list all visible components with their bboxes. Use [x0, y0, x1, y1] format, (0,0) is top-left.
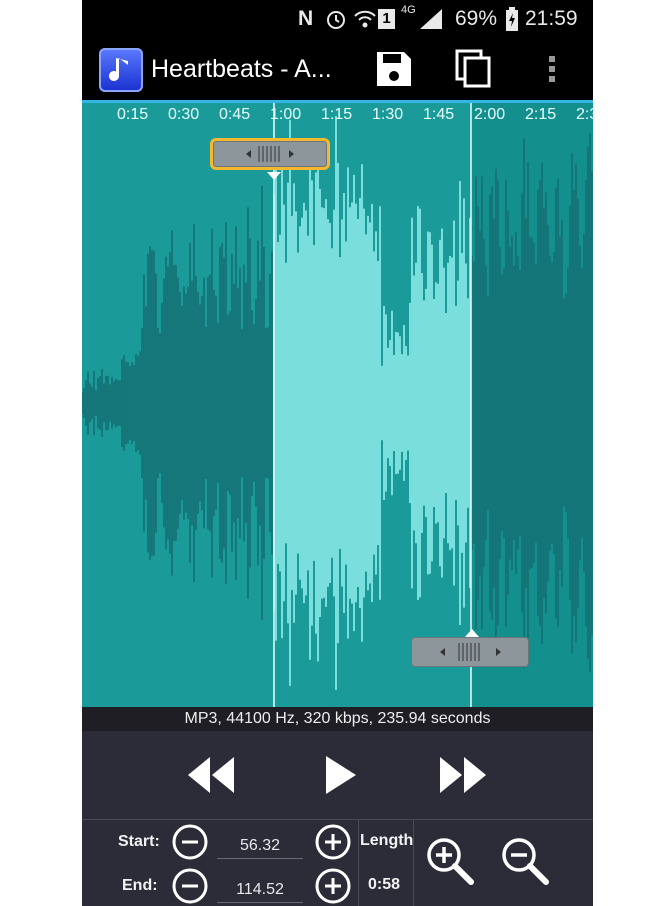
nfc-icon: N [298, 7, 314, 30]
alarm-icon [327, 11, 345, 29]
battery-percent: 69% [455, 7, 498, 30]
sim-icon: 1 [378, 9, 395, 29]
wifi-icon [354, 10, 376, 28]
timeline-tick: 0:15 [117, 106, 149, 123]
length-value: 0:58 [368, 876, 401, 893]
fast-forward-icon[interactable] [436, 753, 490, 797]
app-music-icon[interactable] [99, 48, 143, 92]
end-minus-icon[interactable] [172, 868, 208, 904]
start-label: Start: [118, 833, 160, 850]
end-input[interactable]: 114.52 [217, 880, 303, 903]
timeline-tick: 1:00 [270, 106, 302, 123]
timeline-tick: 0:30 [168, 106, 200, 123]
timeline-tick: 1:15 [321, 106, 353, 123]
length-label: Length [360, 832, 414, 849]
network-type: 4G [401, 4, 416, 16]
selection-controls: Start: 56.32 End: 114.52 Length 0:58 [82, 819, 593, 906]
start-input[interactable]: 56.32 [217, 836, 303, 859]
play-icon[interactable] [322, 753, 358, 797]
waveform-graphic [82, 103, 593, 707]
file-info: MP3, 44100 Hz, 320 kbps, 235.94 seconds [82, 707, 593, 731]
start-marker-arrow [267, 172, 281, 180]
copy-icon[interactable] [450, 46, 496, 92]
start-plus-icon[interactable] [315, 824, 351, 860]
status-bar: N 1 4G 69% 21:59 [82, 0, 593, 38]
zoom-in-icon[interactable] [425, 836, 475, 886]
timeline-tick: 2:15 [525, 106, 557, 123]
timeline-tick: 0:45 [219, 106, 251, 123]
end-handle[interactable] [411, 637, 529, 667]
timeline-tick: 1:45 [423, 106, 455, 123]
transport-controls [82, 731, 593, 819]
end-plus-icon[interactable] [315, 868, 351, 904]
action-bar: Heartbeats - A... [82, 38, 593, 103]
app-screen: N 1 4G 69% 21:59 Heartbeats - A... 0:15 … [82, 0, 593, 906]
start-minus-icon[interactable] [172, 824, 208, 860]
end-marker-arrow [465, 629, 479, 637]
save-icon[interactable] [371, 46, 417, 92]
battery-icon [506, 7, 518, 31]
signal-icon [420, 9, 442, 29]
divider [413, 820, 414, 906]
timeline-tick: 1:30 [372, 106, 404, 123]
waveform-view[interactable]: 0:15 0:30 0:45 1:00 1:15 1:30 1:45 2:00 2:15 2:3 [82, 103, 593, 707]
end-label: End: [122, 877, 158, 894]
timeline-tick: 2:00 [474, 106, 506, 123]
file-title: Heartbeats - A... [151, 55, 332, 83]
timeline-tick: 2:3 [576, 106, 593, 123]
rewind-icon[interactable] [184, 753, 238, 797]
zoom-out-icon[interactable] [500, 836, 550, 886]
start-handle[interactable] [210, 138, 330, 170]
clock: 21:59 [525, 7, 578, 30]
divider [358, 820, 359, 906]
overflow-menu-icon[interactable] [529, 46, 575, 92]
